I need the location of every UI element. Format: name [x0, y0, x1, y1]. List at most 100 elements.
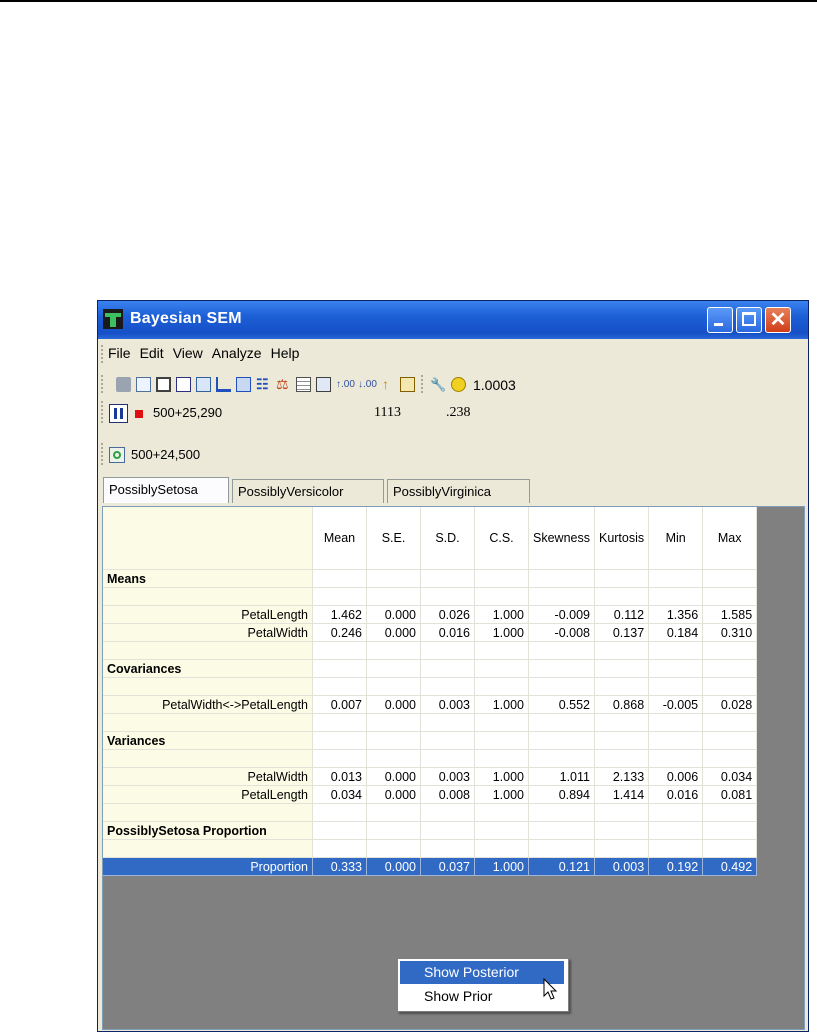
table-cell [528, 839, 595, 858]
table-row[interactable] [103, 803, 758, 822]
table-cell [366, 587, 421, 606]
decrease-decimals-icon[interactable]: ↓.00 [358, 377, 377, 392]
table-cell [702, 839, 758, 858]
row-label: PetalLength [103, 605, 313, 624]
options-icon[interactable] [176, 377, 191, 392]
table-row[interactable]: Proportion 0.333 0.000 0.037 1.000 0.121 0.003… [103, 857, 758, 876]
app-window: Bayesian SEM ✕ File Edit View Analyze Help ☷… [97, 300, 809, 1032]
column-header[interactable]: Min [648, 507, 704, 570]
refresh-icon[interactable] [109, 447, 125, 463]
menu-edit[interactable]: Edit [140, 345, 164, 361]
tab-possibly-virginica[interactable]: PossiblyVirginica [387, 479, 530, 503]
print-icon[interactable] [116, 377, 131, 392]
table-cell [594, 641, 650, 660]
estimates-icon[interactable]: ☷ [256, 377, 271, 392]
menubar-grip[interactable] [101, 345, 103, 365]
table-row[interactable]: Covariances [103, 659, 758, 678]
table-row[interactable]: PetalWidth<->PetalLength 0.007 0.000 0.003 1… [103, 695, 758, 714]
menu-help[interactable]: Help [271, 345, 300, 361]
table-cell: 0.081 [702, 785, 758, 804]
table-cell [420, 803, 475, 822]
increase-decimals-icon[interactable]: ↑.00 [336, 377, 355, 392]
book-icon[interactable] [400, 377, 415, 392]
balance-icon[interactable]: ⚖ [276, 377, 291, 392]
page-setup-icon[interactable] [156, 377, 171, 392]
table-cell [702, 569, 758, 588]
menu-item-show-prior[interactable]: Show Prior [400, 985, 564, 1008]
table-cell [594, 587, 650, 606]
column-header[interactable]: Kurtosis [594, 507, 650, 570]
table-cell [648, 731, 704, 750]
table-row[interactable]: PetalLength 1.462 0.000 0.026 1.000 -0.009 0.1… [103, 605, 758, 624]
table-cell: 0.310 [702, 623, 758, 642]
row-label: PetalLength [103, 785, 313, 804]
table-row[interactable]: PetalLength 0.034 0.000 0.008 1.000 0.894 1.41… [103, 785, 758, 804]
menu-file[interactable]: File [108, 345, 131, 361]
menu-analyze[interactable]: Analyze [212, 345, 262, 361]
table-row[interactable]: PossiblySetosa Proportion [103, 821, 758, 840]
table-row[interactable] [103, 839, 758, 858]
table-cell [474, 677, 529, 696]
minimize-button[interactable] [707, 307, 733, 333]
table-icon[interactable] [296, 377, 311, 392]
table-row[interactable]: PetalWidth 0.013 0.000 0.003 1.000 1.011 2.133… [103, 767, 758, 786]
column-header[interactable]: Max [702, 507, 758, 570]
wrench-icon[interactable]: 🔧 [430, 377, 446, 392]
column-header[interactable]: Mean [312, 507, 367, 570]
table-cell [648, 749, 704, 768]
status-grip[interactable] [101, 401, 103, 425]
column-header[interactable]: S.D. [420, 507, 475, 570]
table-row[interactable] [103, 749, 758, 768]
stop-icon[interactable] [135, 410, 143, 418]
column-header[interactable]: Skewness [528, 507, 595, 570]
row-label [103, 749, 313, 768]
window-title: Bayesian SEM [130, 310, 242, 327]
row-label [103, 641, 313, 660]
close-button[interactable]: ✕ [765, 307, 791, 333]
table-row[interactable] [103, 587, 758, 606]
table-cell [420, 677, 475, 696]
table-cell [312, 641, 367, 660]
table-cell [420, 749, 475, 768]
histogram-icon[interactable] [216, 377, 231, 392]
table-row[interactable]: Variances [103, 731, 758, 750]
page-top-rule [0, 0, 817, 2]
table-cell: 0.006 [648, 767, 704, 786]
toolbar-grip[interactable] [101, 375, 103, 395]
maximize-button[interactable] [736, 307, 762, 333]
table-cell [474, 713, 529, 732]
table-cell [594, 821, 650, 840]
pause-button[interactable] [109, 404, 128, 423]
table-cell [702, 713, 758, 732]
table-cell [528, 587, 595, 606]
tab-possibly-versicolor[interactable]: PossiblyVersicolor [232, 479, 384, 503]
table-cell: 0.003 [420, 695, 475, 714]
table-cell [312, 713, 367, 732]
copy-icon[interactable] [196, 377, 211, 392]
table-row[interactable] [103, 713, 758, 732]
plot-icon[interactable] [236, 377, 251, 392]
table-cell [648, 839, 704, 858]
tab-possibly-setosa[interactable]: PossiblySetosa [103, 477, 229, 503]
table-cell [594, 839, 650, 858]
table-cell [594, 659, 650, 678]
smiley-icon[interactable] [451, 377, 466, 392]
table-row[interactable]: PetalWidth 0.246 0.000 0.016 1.000 -0.008 0.13… [103, 623, 758, 642]
results-grid[interactable]: Mean S.E. S.D. C.S. Skewness Kurtosis Min Max Me… [102, 506, 805, 1030]
table-row[interactable] [103, 677, 758, 696]
help-arrow-icon[interactable]: ↑ [382, 377, 397, 392]
window-icon[interactable] [316, 377, 331, 392]
table-row[interactable] [103, 641, 758, 660]
menu-view[interactable]: View [173, 345, 203, 361]
table-cell [366, 641, 421, 660]
column-header[interactable]: S.E. [366, 507, 421, 570]
print-preview-icon[interactable] [136, 377, 151, 392]
table-cell: 0.000 [366, 857, 421, 876]
status2-grip[interactable] [101, 443, 103, 467]
title-bar[interactable]: Bayesian SEM ✕ [98, 301, 808, 339]
column-header[interactable]: C.S. [474, 507, 529, 570]
menu-item-show-posterior[interactable]: Show Posterior [400, 961, 564, 984]
menu-bar: File Edit View Analyze Help [108, 345, 308, 361]
table-row[interactable]: Means [103, 569, 758, 588]
table-cell [366, 731, 421, 750]
